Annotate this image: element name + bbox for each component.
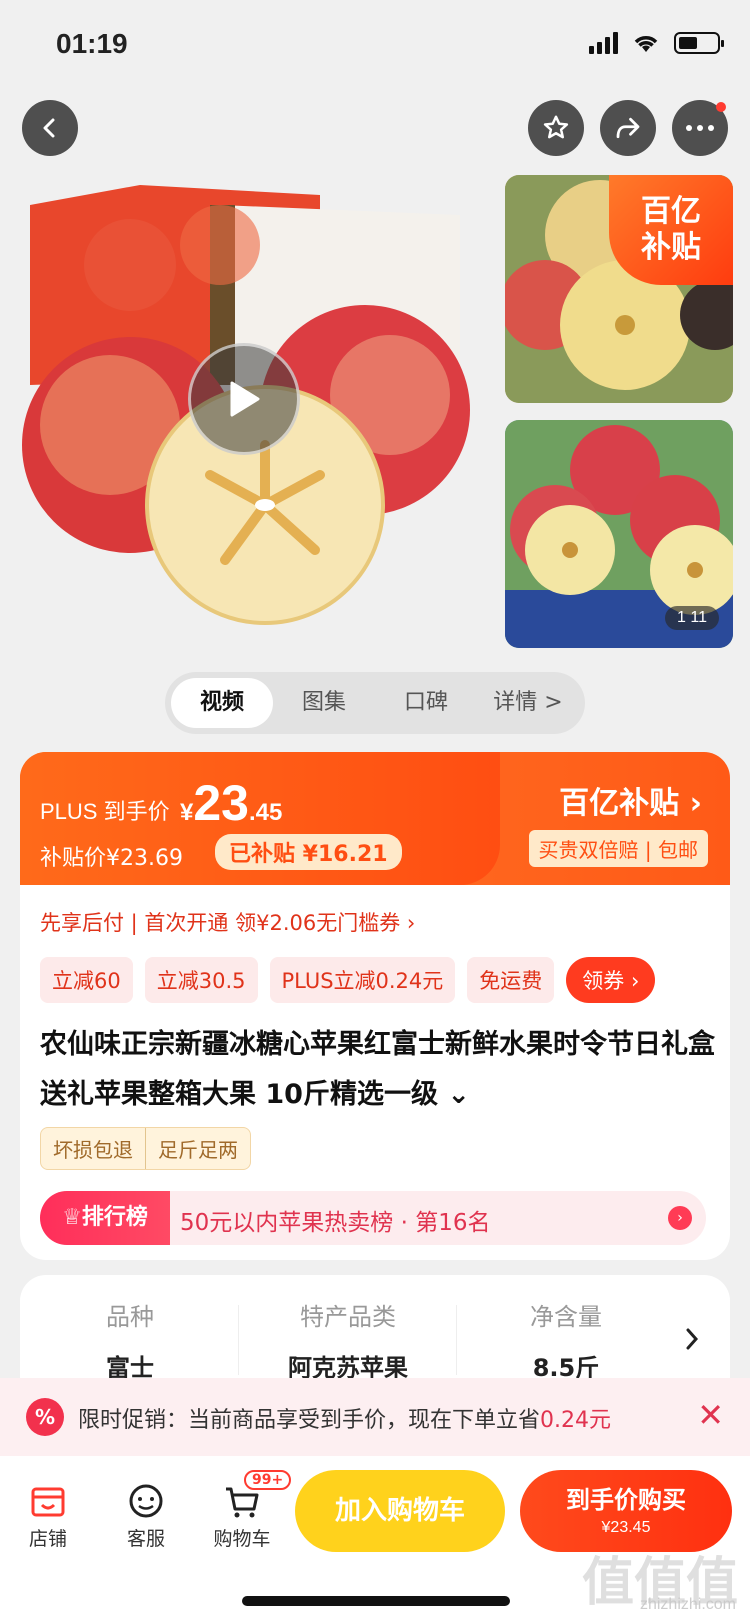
subsidy-tag: 百亿 补贴 — [609, 175, 733, 285]
price-currency: ¥ — [180, 799, 194, 826]
wifi-icon — [634, 36, 658, 52]
store-label: 店铺 — [28, 1528, 67, 1550]
gallery-thumbnail[interactable]: 1 11 — [505, 420, 733, 648]
pay-later-link[interactable]: 先享后付 | 首次开通 领¥2.06无门槛券 › — [40, 907, 415, 937]
promo-banner: % 限时促销：当前商品享受到手价，现在下单立省0.24元 ✕ — [0, 1378, 750, 1456]
guarantee-tags[interactable]: 坏损包退 足斤足两 — [40, 1127, 251, 1170]
plus-price: ¥23.45 — [180, 774, 282, 832]
promo-text: 限时促销：当前商品享受到手价，现在下单立省0.24元 — [78, 1402, 611, 1434]
favorite-button[interactable] — [528, 100, 584, 156]
tab-video[interactable]: 视频 — [171, 678, 273, 728]
buy-now-price: ¥23.45 — [601, 1519, 651, 1536]
store-button[interactable]: 店铺 — [8, 1478, 88, 1551]
ranking-badge-label: 排行榜 — [81, 1205, 148, 1230]
discount-chip[interactable]: PLUS立减0.24元 — [269, 957, 456, 1003]
cart-button[interactable]: 99+ 购物车 — [202, 1470, 292, 1551]
home-indicator — [242, 1596, 510, 1606]
discount-chip[interactable]: 免运费 — [467, 957, 555, 1003]
cart-count-badge: 99+ — [244, 1470, 292, 1490]
price-dec: .45 — [248, 799, 283, 826]
back-button[interactable] — [22, 100, 78, 156]
subsidy-tag-line2: 补贴 — [641, 230, 701, 265]
subsidy-tag-line1: 百亿 — [641, 194, 701, 229]
guarantee-tag: 坏损包退 — [53, 1138, 133, 1162]
product-info-card: 先享后付 | 首次开通 领¥2.06无门槛券 › 立减60 立减30.5 PLU… — [20, 885, 730, 1260]
promo-message: 限时促销：当前商品享受到手价，现在下单立省 — [78, 1408, 541, 1433]
customer-service-icon — [129, 1484, 163, 1518]
get-coupon-button[interactable]: 领券 › — [566, 957, 656, 1003]
battery-icon — [674, 32, 724, 54]
ranking-badge: ♕排行榜 — [40, 1191, 170, 1245]
subsidy-badge: 已补贴 ¥16.21 — [215, 834, 402, 870]
spec-key: 品种 — [106, 1303, 154, 1331]
promo-amount: 0.24元 — [540, 1408, 612, 1433]
ranking-row[interactable]: ♕排行榜 50元以内苹果热卖榜 · 第16名 › — [40, 1191, 706, 1245]
status-bar: 01:19 — [0, 0, 750, 90]
price-int: 23 — [193, 775, 249, 831]
trophy-icon: ♕ — [62, 1205, 82, 1230]
discount-chips: 立减60 立减30.5 PLUS立减0.24元 免运费 领券 › — [40, 957, 656, 1003]
notification-dot — [716, 102, 726, 112]
product-title[interactable]: 农仙味正宗新疆冰糖心苹果红富士新鲜水果时令节日礼盒送礼苹果整箱大果 10斤精选一… — [40, 1020, 720, 1120]
discount-icon: % — [26, 1398, 64, 1436]
spec-item: 特产品类 阿克苏苹果 — [238, 1297, 458, 1383]
spec-item: 品种 富士 — [20, 1297, 240, 1383]
chevron-right-icon: › — [689, 786, 702, 821]
spec-item: 净含量 8.5斤 — [456, 1297, 676, 1383]
chevron-down-icon: ⌄ — [447, 1079, 471, 1110]
service-label: 客服 — [126, 1528, 165, 1550]
more-icon — [686, 125, 714, 131]
share-button[interactable] — [600, 100, 656, 156]
tab-gallery[interactable]: 图集 — [273, 678, 375, 728]
media-tabs: 视频 图集 口碑 详情 > — [165, 672, 585, 734]
status-icons — [589, 32, 724, 54]
cart-label: 购物车 — [213, 1528, 271, 1550]
gallery-thumbnail[interactable]: 百亿 补贴 — [505, 175, 733, 403]
chevron-right-icon — [686, 1328, 699, 1350]
close-icon[interactable]: ✕ — [697, 1396, 724, 1434]
chevron-left-icon — [43, 118, 55, 138]
plus-price-label: PLUS 到手价 — [40, 799, 170, 824]
subsidy-logo[interactable]: 百亿补贴 › — [559, 778, 702, 822]
add-to-cart-button[interactable]: 加入购物车 — [295, 1470, 505, 1552]
play-icon — [230, 381, 260, 417]
discount-chip[interactable]: 立减60 — [40, 957, 133, 1003]
spec-key: 净含量 — [530, 1303, 602, 1331]
subsidy-price-label: 补贴价¥23.69 — [40, 846, 183, 871]
buy-now-label: 到手价购买 — [566, 1486, 686, 1514]
star-icon — [543, 115, 569, 139]
price-card: PLUS 到手价 ¥23.45 补贴价¥23.69 已补贴 ¥16.21 百亿补… — [20, 752, 730, 885]
play-button[interactable] — [188, 343, 300, 455]
tab-reviews[interactable]: 口碑 — [375, 678, 477, 728]
product-title-text: 农仙味正宗新疆冰糖心苹果红富士新鲜水果时令节日礼盒送礼苹果整箱大果 10斤精选一… — [40, 1029, 715, 1110]
subsidy-note: 买贵双倍赔 | 包邮 — [528, 830, 708, 867]
subsidy-logo-text: 百亿补贴 — [559, 786, 680, 821]
image-counter: 1 11 — [665, 606, 719, 630]
signal-icon — [589, 32, 618, 54]
guarantee-tag: 足斤足两 — [145, 1128, 250, 1169]
watermark-url: zhizhizhi.com — [639, 1596, 736, 1613]
store-icon — [31, 1487, 65, 1517]
main-product-image[interactable] — [20, 175, 490, 645]
coupon-label: 领券 — [582, 969, 625, 993]
chevron-right-icon: › — [668, 1206, 692, 1230]
status-time: 01:19 — [56, 28, 128, 59]
tab-details[interactable]: 详情 > — [477, 678, 579, 728]
chevron-right-icon: › — [630, 969, 640, 993]
more-button[interactable] — [672, 100, 728, 156]
ranking-text: 50元以内苹果热卖榜 · 第16名 — [180, 1210, 491, 1236]
share-icon — [616, 117, 640, 139]
discount-chip[interactable]: 立减30.5 — [144, 957, 258, 1003]
spec-key: 特产品类 — [300, 1303, 396, 1331]
customer-service-button[interactable]: 客服 — [106, 1478, 186, 1551]
